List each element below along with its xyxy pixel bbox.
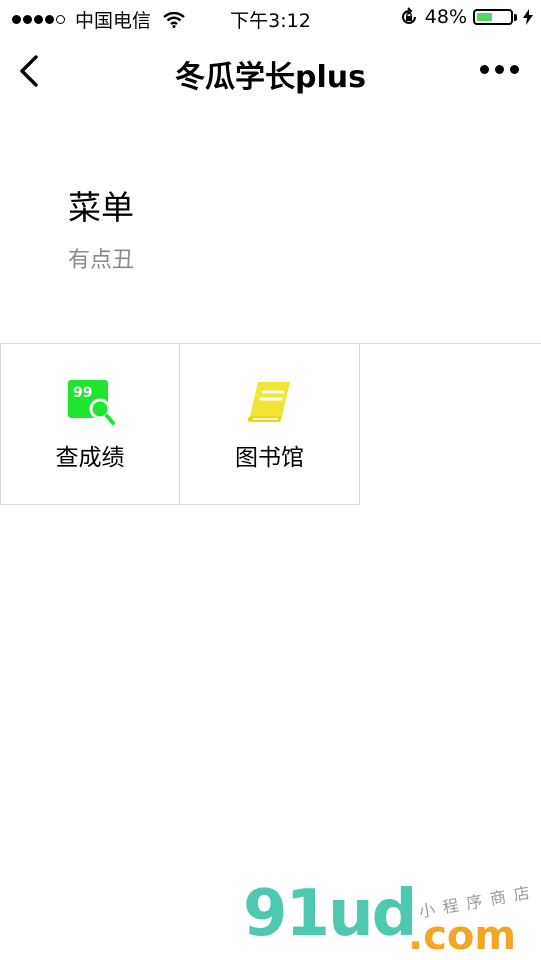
battery-icon <box>473 9 513 25</box>
page-title: 冬瓜学长plus <box>175 60 366 95</box>
watermark-main: 91ud <box>243 877 417 951</box>
grid-item-score[interactable]: 99 查成绩 <box>0 344 180 505</box>
orientation-lock-icon <box>401 7 416 24</box>
battery-area: 48% <box>399 6 533 28</box>
battery-percent: 48% <box>424 6 467 28</box>
book-icon <box>247 382 290 422</box>
more-icon[interactable] <box>480 65 519 74</box>
score-search-icon: 99 <box>68 380 115 425</box>
grid-item-label: 图书馆 <box>235 445 304 471</box>
menu-grid: 99 查成绩 图书馆 <box>0 343 541 505</box>
grid-item-library[interactable]: 图书馆 <box>180 344 360 505</box>
svg-text:99: 99 <box>73 385 92 401</box>
navigation-bar: 冬瓜学长plus <box>0 36 541 106</box>
grid-item-label: 查成绩 <box>55 445 125 471</box>
charging-icon <box>523 9 533 25</box>
menu-description: 有点丑 <box>68 248 135 273</box>
menu-title: 菜单 <box>68 188 134 227</box>
watermark-logo: 91ud .com 小程序商店 <box>240 882 540 960</box>
status-bar: 中国电信 下午3:12 48% <box>0 0 541 36</box>
watermark-domain: .com <box>408 913 517 959</box>
